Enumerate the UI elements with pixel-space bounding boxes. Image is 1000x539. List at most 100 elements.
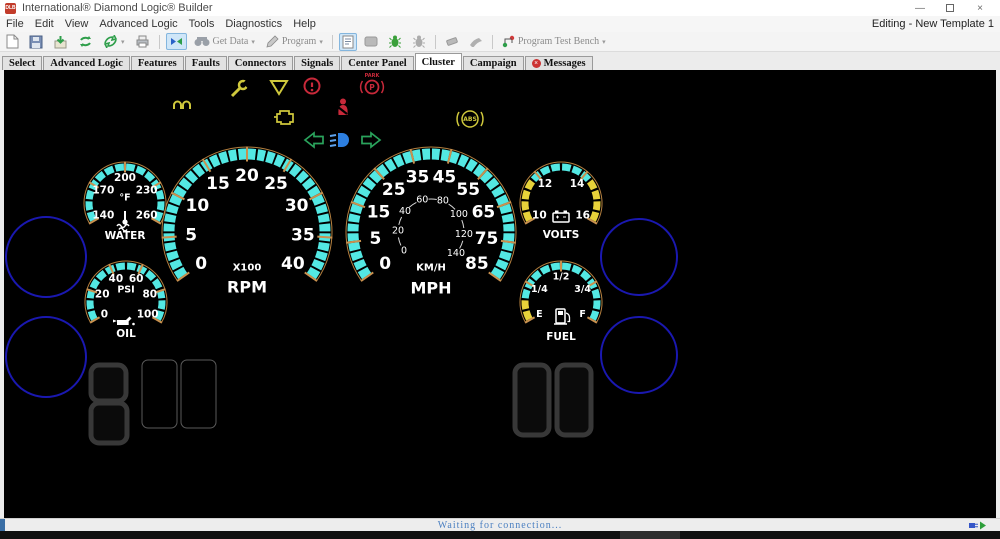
abs-icon: ABS: [457, 111, 483, 127]
empty-gauge-slot: [6, 317, 86, 397]
debug-disabled-button[interactable]: [409, 33, 429, 50]
program-label: Program: [282, 36, 316, 47]
empty-gauge-slot: [601, 219, 677, 295]
switch-slot[interactable]: [181, 360, 216, 428]
oil-icon: [113, 317, 135, 326]
svg-text:FUEL: FUEL: [546, 331, 576, 343]
svg-text:15: 15: [367, 202, 391, 222]
empty-gauge-slot: [601, 317, 677, 393]
rocker-switch-bezel[interactable]: [557, 365, 591, 435]
brush-button[interactable]: [466, 34, 486, 49]
sync-arrows-icon: [103, 35, 118, 48]
tab-messages[interactable]: ×Messages: [525, 56, 593, 70]
tab-select[interactable]: Select: [2, 56, 42, 70]
dropdown-caret: ▾: [602, 38, 606, 46]
svg-text:20: 20: [392, 226, 404, 237]
rocker-switch-bezel[interactable]: [91, 403, 127, 443]
open-template-button[interactable]: [50, 33, 71, 51]
eraser-button[interactable]: [442, 34, 462, 49]
save-icon: [29, 35, 43, 49]
menu-item-view[interactable]: View: [65, 18, 89, 30]
svg-text:E: E: [536, 309, 543, 320]
svg-text:170: 170: [92, 185, 114, 197]
tab-cluster[interactable]: Cluster: [415, 53, 462, 70]
dropdown-caret: ▾: [121, 38, 125, 46]
fuel-gauge: E1/41/23/4FFUEL: [520, 261, 602, 344]
svg-text:65: 65: [472, 202, 496, 222]
headlight-icon: [330, 133, 349, 147]
debug-button[interactable]: [385, 33, 405, 50]
connect-icon: [169, 35, 184, 48]
rocker-switch-bezel[interactable]: [91, 365, 126, 401]
panel-icon: [364, 36, 378, 47]
svg-text:PSI: PSI: [117, 285, 134, 296]
print-button[interactable]: [132, 33, 153, 50]
svg-text:1/2: 1/2: [553, 272, 570, 283]
tachometer-gauge: 0510152025303540X100RPM: [162, 147, 333, 297]
test-bench-button[interactable]: Program Test Bench▾: [499, 33, 609, 50]
get-data-label: Get Data: [213, 36, 249, 47]
svg-text:260: 260: [136, 210, 158, 222]
editing-status: Editing - New Template 1: [872, 18, 994, 30]
svg-text:80: 80: [437, 196, 449, 207]
svg-text:100: 100: [450, 209, 468, 220]
print-icon: [135, 35, 150, 48]
menu-item-tools[interactable]: Tools: [189, 18, 215, 30]
tab-center-panel[interactable]: Center Panel: [341, 56, 413, 70]
water-temp-gauge: 140170200230260°FWATER: [84, 162, 166, 243]
tab-signals[interactable]: Signals: [294, 56, 340, 70]
menu-item-edit[interactable]: Edit: [35, 18, 54, 30]
svg-text:RPM: RPM: [227, 278, 267, 297]
new-document-button[interactable]: [3, 32, 22, 51]
program-button[interactable]: Program▾: [262, 33, 326, 51]
rocker-switch-bezel[interactable]: [515, 365, 549, 435]
svg-text:°F: °F: [119, 193, 130, 204]
svg-text:140: 140: [447, 248, 465, 259]
sync-dropdown-button[interactable]: ▾: [100, 33, 128, 50]
panel-button[interactable]: [361, 34, 381, 49]
save-button[interactable]: [26, 33, 46, 51]
svg-text:X100: X100: [233, 263, 262, 274]
tab-connectors[interactable]: Connectors: [228, 56, 293, 70]
connect-button[interactable]: [166, 33, 187, 50]
title-bar: DLB International® Diamond Logic® Builde…: [0, 0, 1000, 16]
tab-advanced-logic[interactable]: Advanced Logic: [43, 56, 130, 70]
menu-item-help[interactable]: Help: [293, 18, 316, 30]
maximize-button[interactable]: [935, 0, 965, 16]
svg-text:16: 16: [575, 210, 590, 222]
report-button[interactable]: [339, 33, 357, 51]
menu-item-diagnostics[interactable]: Diagnostics: [225, 18, 282, 30]
minimize-button[interactable]: —: [905, 0, 935, 16]
status-text: Waiting for connection...: [438, 520, 562, 531]
svg-text:40: 40: [399, 206, 411, 217]
menu-item-advanced-logic[interactable]: Advanced Logic: [99, 18, 177, 30]
close-button[interactable]: ×: [965, 0, 995, 16]
svg-text:5: 5: [185, 226, 197, 246]
left-turn-icon: [305, 133, 323, 147]
glow-plug-icon: [174, 102, 190, 110]
tab-bar: SelectAdvanced LogicFeaturesFaultsConnec…: [0, 52, 1000, 70]
sync-button[interactable]: [75, 33, 96, 50]
coolant-icon: [117, 211, 129, 231]
menu-item-file[interactable]: File: [6, 18, 24, 30]
toolbar-separator: [435, 35, 436, 49]
svg-text:35: 35: [406, 168, 430, 188]
switch-slot[interactable]: [142, 360, 177, 428]
fuel-icon: [554, 309, 570, 324]
svg-text:VOLTS: VOLTS: [543, 229, 580, 241]
sync-icon: [78, 35, 93, 48]
svg-text:60: 60: [129, 273, 144, 285]
get-data-button[interactable]: Get Data▾: [191, 34, 258, 49]
warning-triangle-icon: [271, 81, 287, 94]
tab-faults[interactable]: Faults: [185, 56, 227, 70]
dropdown-caret: ▾: [251, 38, 255, 46]
connection-status-icon: [968, 520, 988, 531]
toolbar-separator: [159, 35, 160, 49]
svg-text:120: 120: [455, 229, 473, 240]
tab-features[interactable]: Features: [131, 56, 184, 70]
tab-campaign[interactable]: Campaign: [463, 56, 524, 70]
svg-text:P: P: [369, 83, 375, 92]
svg-text:25: 25: [382, 180, 406, 200]
seatbelt-icon: [338, 99, 348, 116]
svg-text:PARK: PARK: [365, 73, 381, 79]
